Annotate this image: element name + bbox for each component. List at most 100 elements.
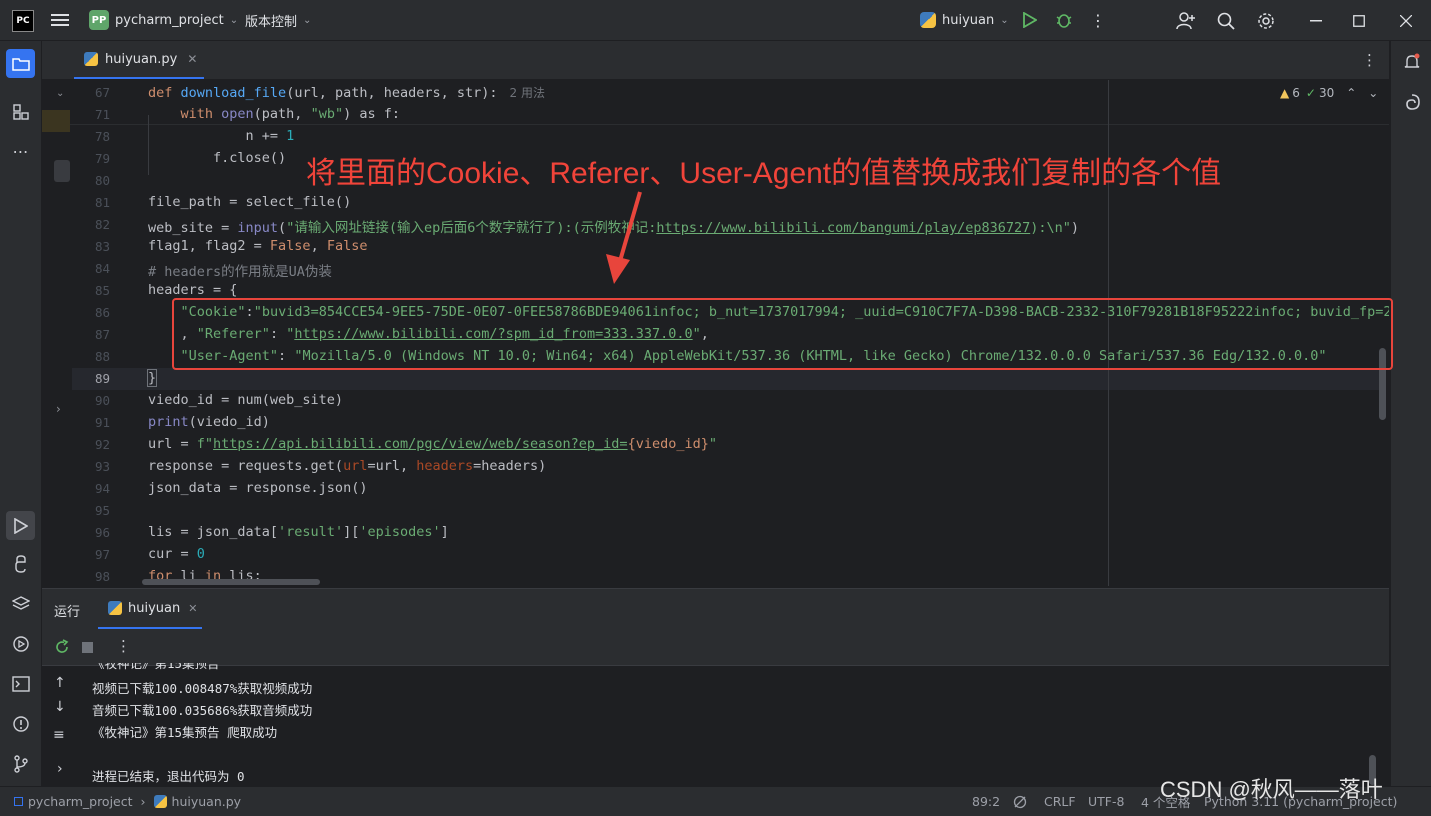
folder-icon[interactable] — [6, 49, 35, 78]
line-number: 92 — [94, 437, 110, 452]
search-icon[interactable] — [1215, 10, 1237, 32]
line-separator[interactable]: CRLF — [1044, 787, 1076, 816]
ai-assistant-icon[interactable] — [1399, 89, 1424, 114]
line-number: 79 — [94, 151, 110, 166]
gear-icon[interactable] — [1255, 10, 1277, 32]
scroll-down-icon[interactable]: ↓ — [54, 699, 66, 715]
soft-wrap-icon[interactable]: ≡ — [53, 727, 65, 743]
close-icon[interactable]: ✕ — [188, 602, 197, 615]
maximize-button[interactable] — [1348, 10, 1370, 32]
line-number: 89 — [94, 371, 110, 386]
indent-guide — [148, 115, 149, 175]
breadcrumb-file[interactable]: huiyuan.py — [172, 794, 242, 809]
line-number: 98 — [94, 569, 110, 584]
caret-position[interactable]: 89:2 — [972, 787, 1000, 816]
run-button[interactable] — [1020, 10, 1040, 30]
project-badge: PP — [89, 10, 109, 30]
line-number: 84 — [94, 261, 110, 276]
code-line-79: f.close() — [148, 150, 287, 166]
python-console-icon[interactable] — [8, 551, 33, 576]
no-highlight-icon[interactable] — [1013, 787, 1027, 816]
left-tool-strip: ⋯ — [0, 41, 42, 786]
python-file-icon — [153, 795, 167, 808]
problems-icon[interactable] — [8, 711, 33, 736]
tab-label: huiyuan.py — [105, 51, 178, 67]
line-number: 97 — [94, 547, 110, 562]
annotation-text: 将里面的Cookie、Referer、User-Agent的值替换成我们复制的各… — [306, 157, 1222, 190]
highlight-box — [172, 298, 1393, 370]
python-icon — [920, 12, 936, 28]
chevron-down-icon[interactable]: ⌄ — [1368, 86, 1378, 100]
more-actions-icon[interactable]: ⋮ — [1088, 10, 1108, 30]
chevron-down-icon: ⌄ — [229, 14, 239, 26]
close-window-button[interactable] — [1395, 10, 1417, 32]
chevron-up-icon[interactable]: ⌃ — [1346, 86, 1356, 100]
file-encoding[interactable]: UTF-8 — [1088, 787, 1124, 816]
usage-hint[interactable]: 2 用法 — [510, 86, 545, 100]
tab-options-icon[interactable]: ⋮ — [1362, 51, 1377, 69]
more-options-icon[interactable]: ⋮ — [116, 637, 131, 655]
terminal-icon[interactable] — [8, 671, 33, 696]
python-file-icon — [108, 601, 122, 615]
code-line-90: viedo_id = num(web_site) — [148, 392, 344, 408]
minimize-button[interactable] — [1305, 10, 1327, 32]
notifications-icon[interactable] — [1399, 49, 1424, 74]
run-config-selector[interactable]: huiyuan ⌄ — [920, 0, 1009, 40]
line-number: 67 — [94, 85, 110, 100]
chevron-down-icon: ⌄ — [303, 14, 312, 26]
debug-button[interactable] — [1054, 10, 1074, 30]
check-icon: ✓ — [1305, 86, 1316, 100]
line-number: 83 — [94, 239, 110, 254]
run-config-name: huiyuan — [942, 12, 995, 28]
tab-run[interactable]: 运行 — [54, 601, 80, 620]
annotation-arrow — [606, 191, 642, 284]
csdn-watermark: CSDN @秋风——落叶 — [1160, 777, 1383, 802]
console-line: 音频已下载100.035686%获取音频成功 — [92, 703, 313, 718]
run-tab-label: huiyuan — [128, 600, 181, 616]
breadcrumb: pycharm_project › huiyuan.py — [14, 787, 241, 816]
main-menu-icon[interactable] — [50, 10, 70, 30]
line-number: 81 — [94, 195, 110, 210]
breadcrumb-project[interactable]: pycharm_project — [28, 794, 133, 809]
code-line-67: def download_file(url, path, headers, st… — [148, 85, 545, 101]
stop-icon[interactable] — [82, 642, 93, 653]
line-number: 91 — [94, 415, 110, 430]
line-number: 78 — [94, 129, 110, 144]
editor-tab-bar: huiyuan.py ✕ ⋮ — [42, 41, 1389, 80]
line-number: 88 — [94, 349, 110, 364]
close-icon[interactable]: ✕ — [187, 52, 197, 66]
structure-icon[interactable] — [8, 99, 33, 124]
expand-icon[interactable]: › — [57, 761, 63, 777]
layers-icon[interactable] — [8, 591, 33, 616]
code-line-97: cur = 0 — [148, 546, 205, 562]
run-tool-icon[interactable] — [6, 511, 35, 540]
console-line: 视频已下载100.008487%获取视频成功 — [92, 681, 313, 696]
git-branch-icon[interactable] — [8, 751, 33, 776]
line-number: 87 — [94, 327, 110, 342]
editor-tab-huiyuan[interactable]: huiyuan.py ✕ — [74, 41, 204, 79]
add-user-icon[interactable] — [1175, 10, 1197, 32]
run-config-tab[interactable]: huiyuan ✕ — [98, 589, 202, 629]
python-file-icon — [84, 52, 98, 66]
line-number: 94 — [94, 481, 110, 496]
rerun-icon[interactable] — [54, 639, 70, 659]
line-number: 95 — [94, 503, 110, 518]
project-selector[interactable]: PP pycharm_project ⌄ — [89, 0, 238, 40]
run-toolbar: ⋮ — [42, 629, 1389, 666]
services-icon[interactable] — [8, 631, 33, 656]
console-line: 《牧神记》第15集预告 爬取成功 — [92, 725, 278, 740]
more-tools-icon[interactable]: ⋯ — [8, 139, 33, 164]
check-count: 30 — [1318, 86, 1335, 100]
inspection-widget[interactable]: ▲ 6 ✓ 30 ⌃ ⌄ — [1280, 86, 1378, 100]
code-line-78: n += 1 — [148, 128, 295, 144]
project-square-icon — [14, 797, 23, 806]
vcs-selector[interactable]: 版本控制 ⌄ — [245, 0, 311, 40]
vcs-label: 版本控制 — [245, 14, 298, 30]
line-number: 93 — [94, 459, 110, 474]
pycharm-logo-icon[interactable]: PC — [12, 10, 34, 32]
code-line-91: print(viedo_id) — [148, 414, 270, 430]
line-number: 86 — [94, 305, 110, 320]
project-name: pycharm_project — [115, 12, 224, 28]
horizontal-scrollbar[interactable] — [142, 579, 320, 585]
scroll-up-icon[interactable]: ↑ — [54, 675, 66, 691]
